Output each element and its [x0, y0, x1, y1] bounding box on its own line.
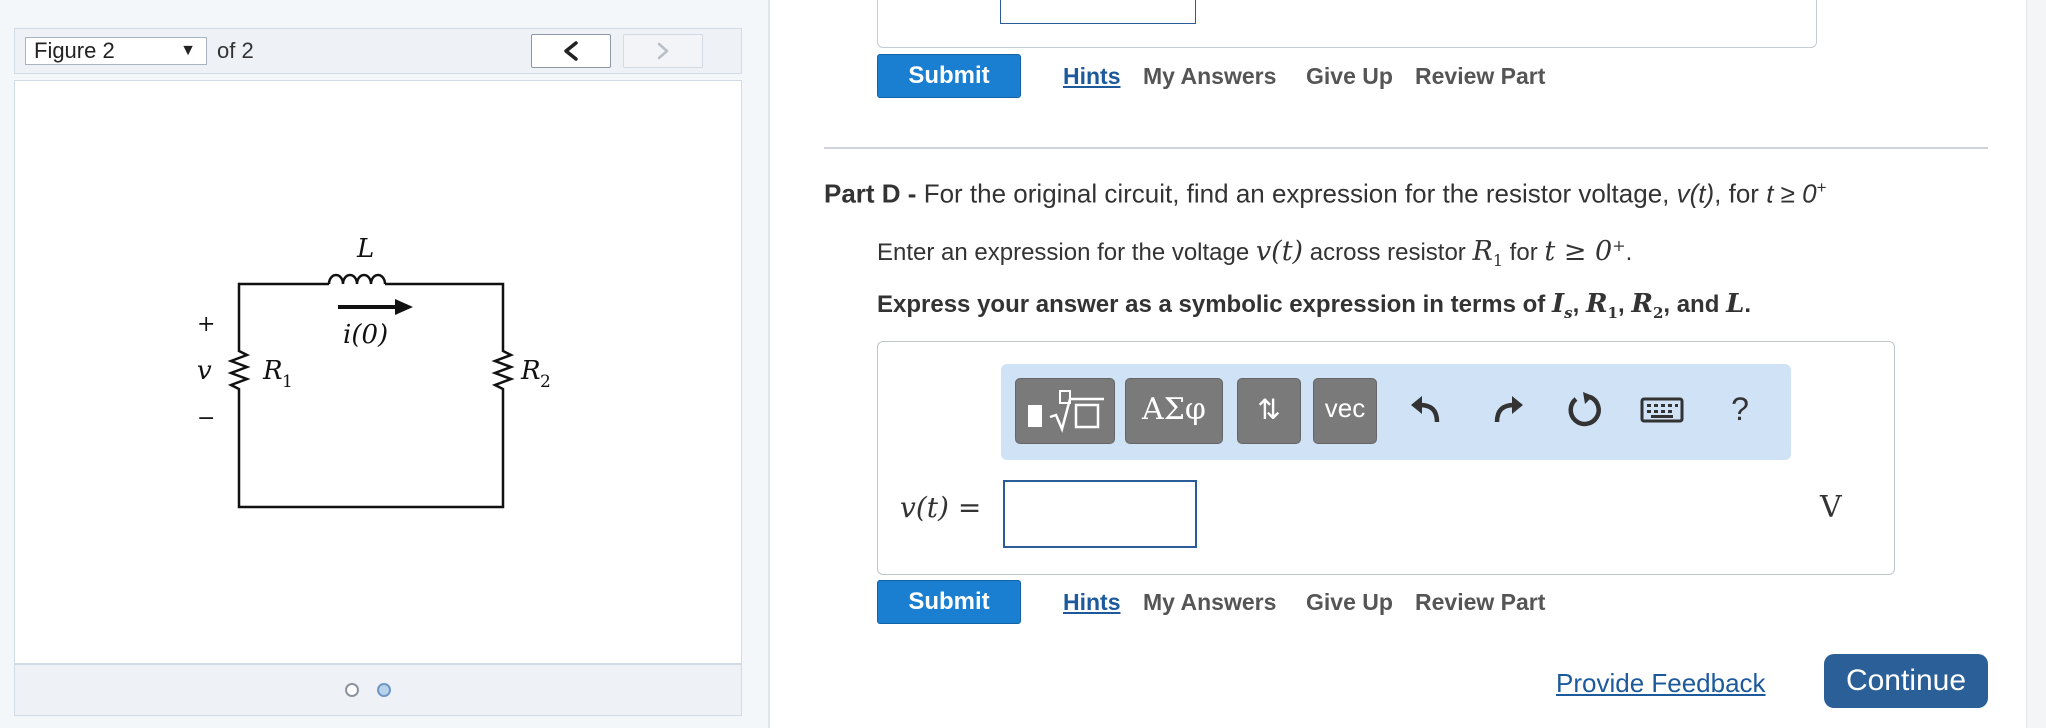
panel-divider	[768, 0, 770, 728]
next-figure-button[interactable]	[623, 34, 703, 68]
part-d-heading-var: v(t)	[1676, 178, 1715, 209]
instruction-pre: Enter an expression for the voltage	[877, 239, 1250, 266]
part-d-question: For the original circuit, find an expres…	[923, 178, 1670, 209]
part-d-give-up-link[interactable]: Give Up	[1306, 589, 1393, 616]
part-d-heading: Part D - For the original circuit, find …	[824, 170, 1994, 212]
part-c-review-part-link[interactable]: Review Part	[1415, 63, 1545, 90]
answer-input[interactable]	[1003, 480, 1197, 548]
part-d-express-instruction: Express your answer as a symbolic expres…	[877, 286, 1751, 331]
r2-subscript: 2	[540, 372, 551, 392]
r1-subscript: 1	[282, 372, 293, 392]
part-d-heading-sup: +	[1816, 178, 1827, 197]
keyboard-button[interactable]	[1637, 384, 1687, 434]
subscript-superscript-button[interactable]: ⇅	[1237, 378, 1301, 444]
term-is-sub: s	[1564, 303, 1573, 322]
part-c-submit-button[interactable]: Submit	[877, 54, 1021, 98]
instruction-cond: t ≥ 0	[1544, 236, 1613, 267]
answer-label: v(t) =	[900, 491, 982, 524]
term-l-after: .	[1744, 291, 1752, 318]
instruction-r: R	[1472, 236, 1493, 267]
figure-view: L i(0) + v − R 1 R 2	[14, 80, 742, 664]
undo-icon	[1411, 396, 1440, 423]
resistor-r2	[491, 345, 515, 401]
current-label: i(0)	[343, 320, 388, 350]
chevron-left-icon	[564, 41, 578, 61]
figure-select[interactable]: Figure 2 ▼	[25, 37, 207, 65]
figure-pager	[14, 664, 742, 716]
inductor-label: L	[356, 234, 374, 264]
continue-button[interactable]: Continue	[1824, 654, 1988, 708]
provide-feedback-link[interactable]: Provide Feedback	[1556, 666, 1766, 700]
vector-button[interactable]: vec	[1313, 378, 1377, 444]
figure-toolbar: Figure 2 ▼ of 2	[14, 28, 742, 74]
term-r2-sub: 2	[1652, 303, 1664, 322]
part-c-give-up-link[interactable]: Give Up	[1306, 63, 1393, 90]
scrollbar[interactable]	[2026, 0, 2046, 728]
resistor-r1	[227, 345, 251, 401]
redo-icon	[1494, 396, 1523, 423]
section-divider	[824, 147, 1988, 149]
part-d-review-part-link[interactable]: Review Part	[1415, 589, 1545, 616]
term-is-after: ,	[1572, 291, 1580, 318]
express-text: Express your answer as a symbolic expres…	[877, 291, 1546, 318]
math-toolbar: ΑΣφ ⇅ vec ?	[1001, 364, 1791, 460]
templates-button[interactable]	[1015, 378, 1115, 444]
part-d-hints-link[interactable]: Hints	[1063, 589, 1121, 616]
instruction-for: for	[1509, 239, 1538, 266]
circuit-diagram: L i(0) + v − R 1 R 2	[197, 234, 551, 509]
part-c-my-answers-link[interactable]: My Answers	[1143, 63, 1276, 90]
part-d-submit-button[interactable]: Submit	[877, 580, 1021, 624]
part-d-heading-cond: t ≥ 0	[1766, 178, 1817, 209]
figure-select-value: Figure 2	[34, 38, 115, 63]
part-d-links: Hints My Answers Give Up Review Part	[1063, 589, 1663, 619]
part-d-heading-mid: , for	[1714, 178, 1759, 209]
instruction-var: v(t)	[1255, 236, 1304, 267]
term-r1: R	[1585, 289, 1608, 319]
term-l: L	[1726, 289, 1745, 319]
figure-panel: Figure 2 ▼ of 2 L i(0) + v − R 1 R 2	[0, 0, 768, 728]
part-d-my-answers-link[interactable]: My Answers	[1143, 589, 1276, 616]
instruction-r-sub: 1	[1492, 250, 1503, 270]
greek-symbols-button[interactable]: ΑΣφ	[1125, 378, 1223, 444]
reset-icon	[1568, 392, 1601, 427]
radical-template-icon	[1028, 390, 1104, 433]
instruction-sup: +	[1612, 236, 1626, 255]
part-c-answer-input[interactable]	[1000, 0, 1196, 24]
instruction-mid: across resistor	[1309, 239, 1466, 266]
term-is: I	[1551, 289, 1565, 319]
term-r2: R	[1631, 289, 1653, 319]
wire-bottom	[237, 401, 505, 509]
term-r1-after: ,	[1617, 291, 1625, 318]
chevron-down-icon: ▼	[180, 42, 196, 59]
keyboard-icon	[1640, 397, 1684, 423]
plus-label: +	[197, 312, 215, 337]
r1-label: R	[262, 356, 283, 386]
chevron-right-icon	[657, 42, 669, 60]
term-r1-sub: 1	[1607, 303, 1618, 322]
part-d-instruction: Enter an expression for the voltage v(t)…	[877, 228, 1632, 279]
reset-button[interactable]	[1559, 384, 1609, 434]
redo-button[interactable]	[1481, 384, 1531, 434]
minus-label: −	[197, 406, 215, 431]
undo-button[interactable]	[1403, 384, 1453, 434]
answer-unit: V	[1820, 490, 1842, 525]
voltage-label: v	[197, 356, 212, 386]
help-button[interactable]: ?	[1715, 384, 1765, 434]
r2-label: R	[520, 356, 541, 386]
term-r2-after: , and	[1663, 291, 1720, 318]
current-arrowhead	[395, 299, 413, 315]
wire-top-right	[385, 282, 505, 345]
part-c-links: Hints My Answers Give Up Review Part	[1063, 63, 1663, 93]
instruction-end: .	[1625, 239, 1633, 266]
pager-dot-1[interactable]	[345, 683, 359, 697]
part-c-hints-link[interactable]: Hints	[1063, 63, 1121, 90]
wire-left-top	[237, 282, 241, 345]
part-d-label: Part D -	[824, 178, 917, 209]
figure-count: of 2	[217, 38, 254, 63]
inductor	[327, 273, 387, 285]
pager-dot-2[interactable]	[377, 683, 391, 697]
previous-figure-button[interactable]	[531, 34, 611, 68]
